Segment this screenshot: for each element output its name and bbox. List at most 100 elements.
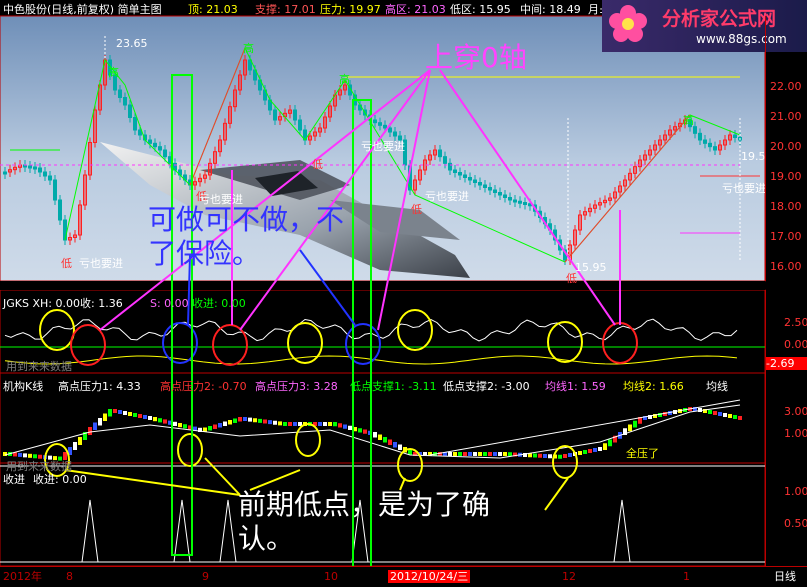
candle-body xyxy=(463,174,467,178)
ind1-shou: 收: 1.36 xyxy=(80,297,123,310)
highlight-circle xyxy=(39,309,75,351)
ind1-shouzhi: 收进: 0.00 xyxy=(192,297,246,310)
candle-body xyxy=(373,119,377,124)
ind2-bar xyxy=(388,439,392,445)
ind2-hp1: 高点压力1: 4.33 xyxy=(58,380,141,393)
highlighted-date: 2012/10/24/三 xyxy=(388,570,471,583)
high-mark: 高 xyxy=(683,114,694,127)
signal-spike xyxy=(613,499,631,563)
ind2-bar xyxy=(108,409,112,417)
price-tick: 21.00 xyxy=(770,110,802,123)
candle-body xyxy=(153,142,157,148)
ind2-bar xyxy=(373,432,377,438)
ind3-value: 收进: 0.00 xyxy=(33,473,87,486)
ind2-bar xyxy=(548,454,552,459)
ind2-bar xyxy=(458,452,462,456)
ind2-bar xyxy=(538,453,542,458)
ind1-s: S: 0.00 xyxy=(150,297,189,310)
ind2-bar xyxy=(713,411,717,415)
candle-body xyxy=(478,182,482,186)
peak-price-label: 23.65 xyxy=(116,37,148,50)
price-tick: 19.00 xyxy=(770,170,802,183)
candle-body xyxy=(488,187,492,191)
ind2-bar xyxy=(213,424,217,429)
low-mark: 低 xyxy=(566,272,577,285)
ind2-bar xyxy=(628,424,632,432)
ind1-title[interactable]: JGKS XH: 0.00 xyxy=(3,297,80,310)
price-tick: 22.00 xyxy=(770,80,802,93)
ind2-bar xyxy=(488,452,492,456)
ind2-sublabel: 用到来来数据 xyxy=(6,460,72,473)
ind2-bar xyxy=(133,413,137,417)
ind2-bar xyxy=(383,437,387,443)
ind2-bar xyxy=(503,452,507,456)
ind2-bar xyxy=(473,452,477,456)
candle-body xyxy=(118,89,122,98)
ind2-bar xyxy=(23,453,27,458)
last-price-label: 19.5 xyxy=(741,150,766,163)
candle-body xyxy=(443,156,447,164)
high-mark: 高 xyxy=(339,73,350,86)
high-zone-value: 高区: 21.03 xyxy=(385,3,446,16)
ind2-bar xyxy=(208,426,212,431)
highlight-circle xyxy=(602,322,638,364)
price-tick: 18.00 xyxy=(770,200,802,213)
ind2-bar xyxy=(78,437,82,445)
date-axis[interactable]: 2012年 8 9 10 2012/10/24/三 12 1 日线 xyxy=(0,566,807,587)
candle-body xyxy=(508,197,512,201)
panel-gap xyxy=(0,281,765,290)
period-label[interactable]: 日线 xyxy=(774,570,796,583)
candle-body xyxy=(158,146,162,151)
annotation-full-pressure: 全压了 xyxy=(626,447,659,460)
candle-body xyxy=(148,139,152,144)
ind2-bar xyxy=(128,412,132,416)
ind3-title[interactable]: 收进 xyxy=(3,473,25,486)
ind2-bar xyxy=(718,412,722,416)
ind3-tick: 0.50 xyxy=(784,517,807,530)
ind2-bar xyxy=(63,452,67,460)
low-mark: 低 xyxy=(61,257,72,270)
loss-in-label: 亏也要进 xyxy=(79,257,123,270)
ind2-bar xyxy=(143,415,147,419)
ind2-ma: 均线 xyxy=(706,380,728,393)
ind2-bar xyxy=(3,452,7,456)
low-mark: 低 xyxy=(411,203,422,216)
ind2-bar xyxy=(533,453,537,458)
loss-in-label: 亏也要进 xyxy=(361,140,405,153)
annotation-arrow xyxy=(204,457,241,496)
annotation-arrow xyxy=(249,469,301,491)
ind2-bar xyxy=(463,452,467,456)
candle-body xyxy=(133,117,137,131)
candle-body xyxy=(493,189,497,193)
candle-body xyxy=(708,142,712,148)
price-axis: 22.00 21.00 20.00 19.00 18.00 17.00 16.0… xyxy=(765,16,807,281)
ind2-bar xyxy=(148,416,152,420)
candle-body xyxy=(383,124,387,129)
ind2-title[interactable]: 机构K线 xyxy=(3,380,43,393)
ind2-bar xyxy=(583,450,587,454)
highlight-circle xyxy=(547,321,583,363)
ind2-bar xyxy=(343,424,347,429)
signal-spike xyxy=(219,499,237,563)
loss-in-label: 亏也要进 xyxy=(425,190,469,203)
ind2-bar xyxy=(138,414,142,418)
ind2-bar xyxy=(708,410,712,414)
ind2-bar xyxy=(123,411,127,415)
ind2-bar xyxy=(378,434,382,440)
candle-body xyxy=(33,166,37,170)
ind2-bar xyxy=(243,417,247,421)
ind2-bar xyxy=(333,422,337,427)
ind2-bar xyxy=(348,425,352,430)
candle-body xyxy=(518,200,522,204)
ind2-bar xyxy=(273,420,277,425)
support-value: 支撑: 17.01 xyxy=(255,3,316,16)
ind3-axis: 1.00 0.50 xyxy=(765,463,807,566)
signal-spike xyxy=(81,499,99,563)
ind2-bar xyxy=(593,448,597,452)
candle-body xyxy=(503,194,507,198)
ind2-bar xyxy=(258,418,262,423)
ind2-bar xyxy=(468,452,472,456)
pressure-value: 压力: 19.97 xyxy=(320,3,381,16)
ind2-axis: 3.00 1.00 xyxy=(765,373,807,463)
stock-title[interactable]: 中色股份(日线,前复权) 简单主图 xyxy=(3,3,162,16)
